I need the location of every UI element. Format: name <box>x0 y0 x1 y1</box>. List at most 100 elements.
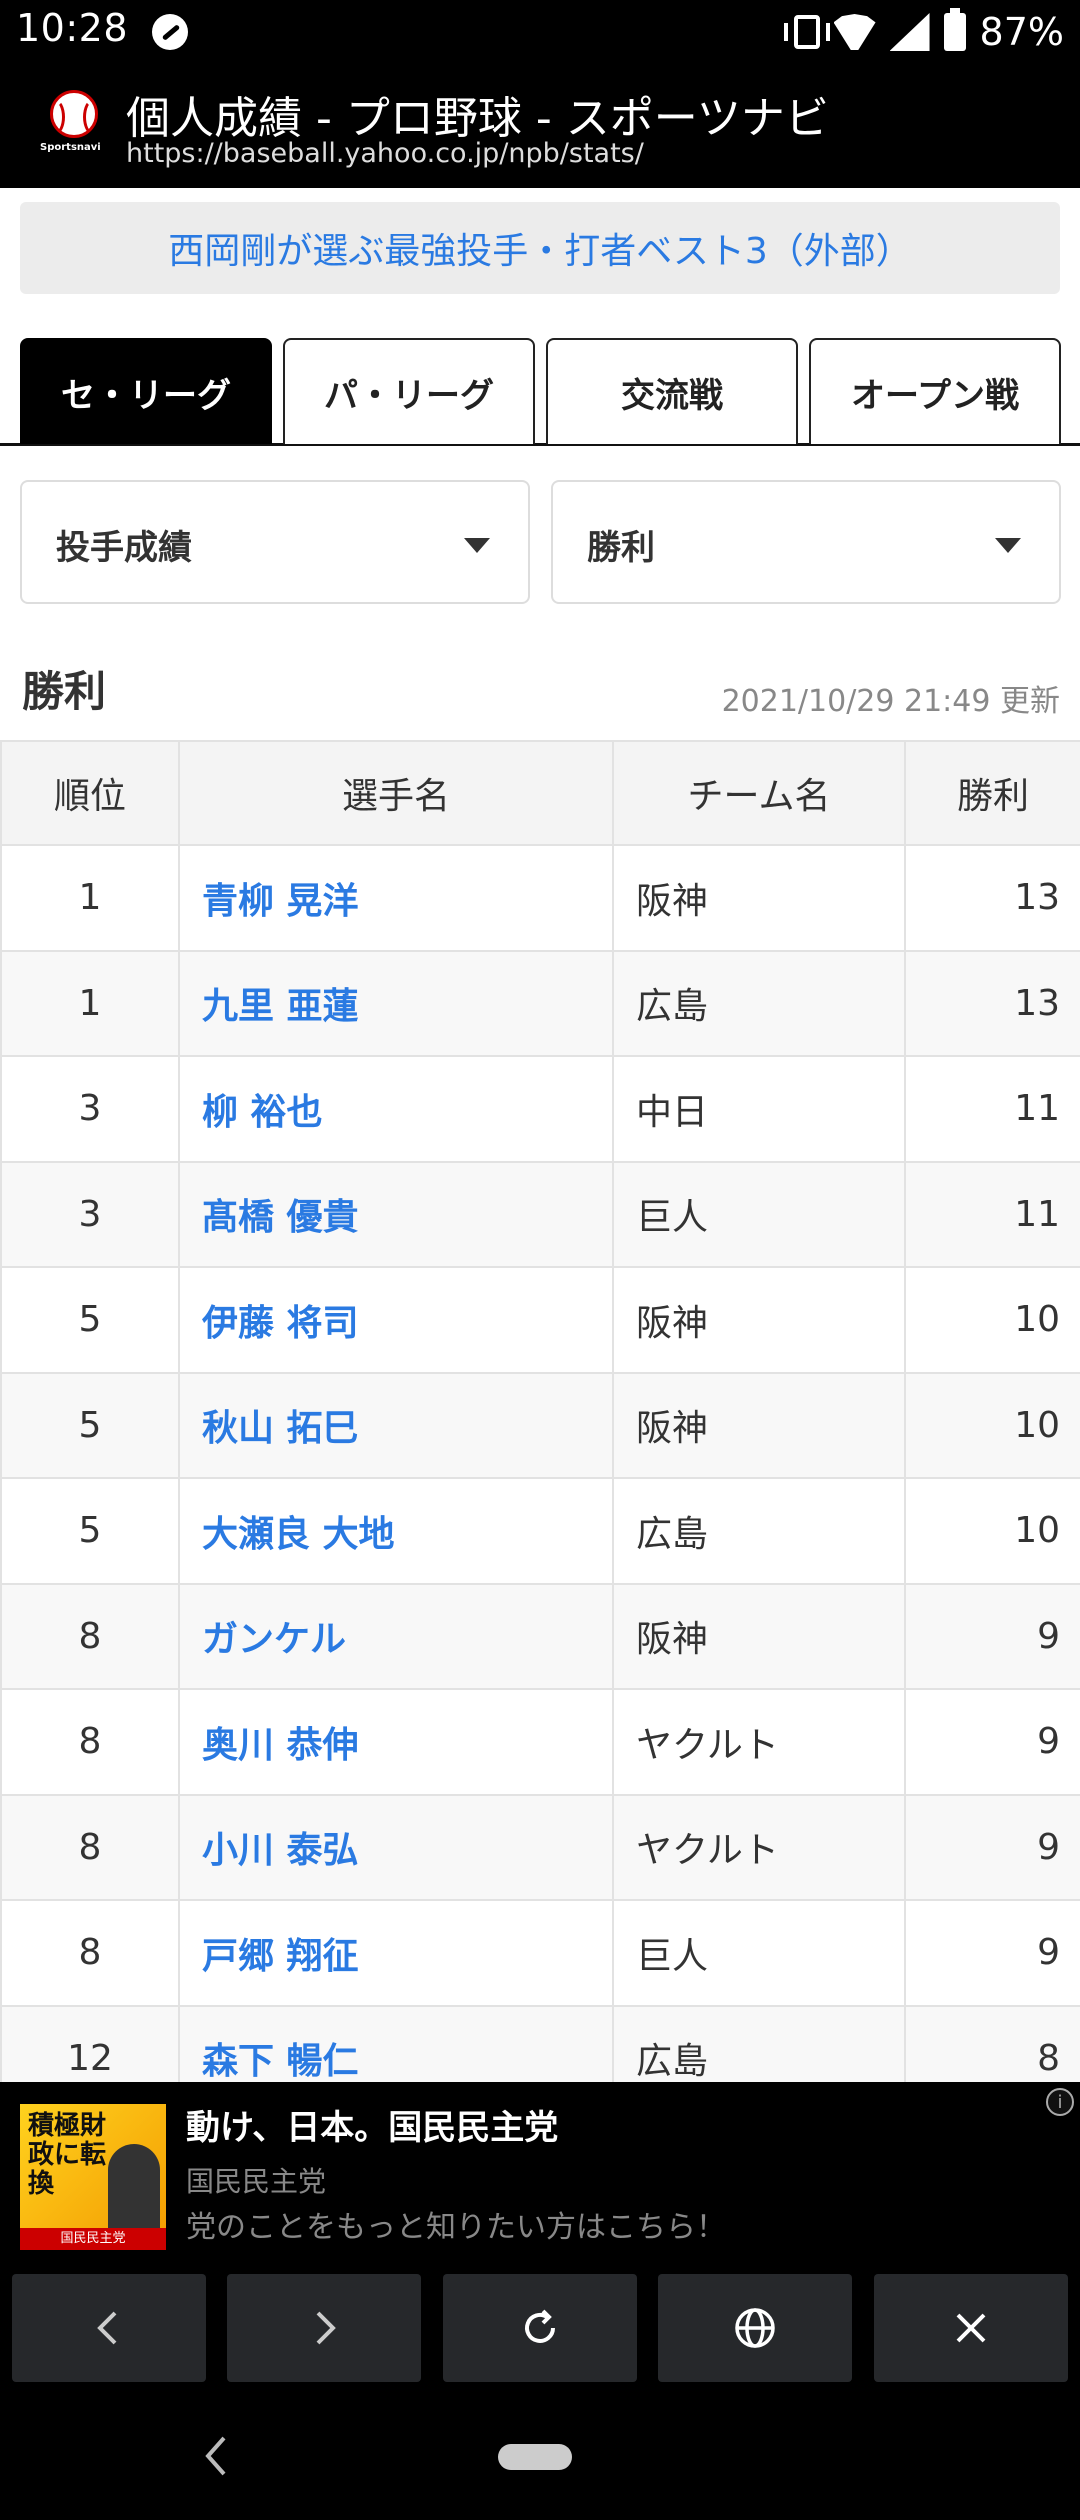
nav-home-pill[interactable] <box>498 2444 572 2470</box>
team-cell: 巨人 <box>612 1160 906 1268</box>
battery-icon <box>943 8 966 51</box>
ad-image-footer: 国民民主党 <box>20 2228 166 2250</box>
header-team: チーム名 <box>612 740 906 846</box>
ad-image-text: 積極財政に転換 <box>28 2111 107 2200</box>
globe-icon <box>735 2308 775 2348</box>
player-name-link[interactable]: ガンケル <box>178 1582 614 1690</box>
wins-cell: 11 <box>904 1160 1080 1268</box>
team-cell: 阪神 <box>612 1582 906 1690</box>
team-cell: ヤクルト <box>612 1793 906 1901</box>
table-row: 8 戸郷 翔征 巨人 9 <box>0 1899 1080 2007</box>
rank-cell: 1 <box>0 949 180 1057</box>
nav-back-icon[interactable] <box>196 2430 236 2482</box>
sportsnavi-logo: Sportsnavi <box>40 90 110 162</box>
rank-cell: 1 <box>0 844 180 952</box>
table-row: 3柳 裕也 中日 11 <box>0 1055 1080 1163</box>
wins-cell: 10 <box>904 1266 1080 1374</box>
page-title: 個人成績 - プロ野球 - スポーツナビ <box>126 93 829 144</box>
player-name-link[interactable]: 森下 暢仁 <box>178 2004 614 2082</box>
header-rank: 順位 <box>0 740 180 846</box>
player-name-link[interactable]: 戸郷 翔征 <box>178 1899 614 2007</box>
globe-button[interactable] <box>658 2274 852 2382</box>
ad-description: 党のことをもっと知りたい方はこちら！ <box>186 2210 726 2245</box>
wins-cell: 9 <box>904 1793 1080 1901</box>
player-name-link[interactable]: 小川 泰弘 <box>178 1793 614 1901</box>
wins-cell: 13 <box>904 949 1080 1057</box>
player-name-link[interactable]: 柳 裕也 <box>178 1055 614 1163</box>
updated-timestamp: 2021/10/29 21:49 更新 <box>721 684 1060 719</box>
ad-sponsor: 国民民主党 <box>186 2165 327 2198</box>
reload-button[interactable] <box>443 2274 637 2382</box>
table-row: 12 森下 暢仁 広島 8 <box>0 2004 1080 2082</box>
player-name-link[interactable]: 青柳 晃洋 <box>178 844 614 952</box>
wins-cell: 10 <box>904 1371 1080 1479</box>
page-url[interactable]: https://baseball.yahoo.co.jp/npb/stats/ <box>126 138 644 169</box>
category-select[interactable]: 投手成績 <box>20 480 530 604</box>
close-button[interactable] <box>874 2274 1068 2382</box>
forward-button[interactable] <box>227 2274 421 2382</box>
stat-select-value: 勝利 <box>587 528 655 568</box>
rank-cell: 8 <box>0 1582 180 1690</box>
wins-cell: 8 <box>904 2004 1080 2082</box>
stats-table: 順位 選手名 チーム名 勝利 1 青柳 晃洋 阪神 13 1 九里 亜蓮 広島 13 3 柳 裕也… <box>0 740 1080 2082</box>
page-content: 西岡剛が選ぶ最強投手・打者ベスト3（外部） セ・リーグ パ・リーグ 交流戦 オー… <box>0 188 1080 2082</box>
rank-cell: 5 <box>0 1266 180 1374</box>
rank-cell: 5 <box>0 1477 180 1585</box>
back-icon <box>97 2311 117 2345</box>
team-cell: ヤクルト <box>612 1688 906 1796</box>
tab-open-games[interactable]: オープン戦 <box>809 338 1061 444</box>
table-row: 5 秋山 拓巳 阪神 10 <box>0 1371 1080 1479</box>
table-row: 8 ガンケル 阪神 9 <box>0 1582 1080 1690</box>
rank-cell: 3 <box>0 1055 180 1163</box>
chevron-down-icon <box>995 538 1021 553</box>
player-name-link[interactable]: 大瀬良 大地 <box>178 1477 614 1585</box>
tab-pacific-league[interactable]: パ・リーグ <box>283 338 535 444</box>
signal-icon <box>890 13 930 51</box>
team-cell: 阪神 <box>612 1266 906 1374</box>
rank-cell: 3 <box>0 1160 180 1268</box>
ad-person-figure <box>108 2144 160 2240</box>
wins-cell: 10 <box>904 1477 1080 1585</box>
rank-cell: 5 <box>0 1371 180 1479</box>
system-nav-bar <box>0 2392 1080 2520</box>
forward-icon <box>316 2311 336 2345</box>
category-select-value: 投手成績 <box>56 528 192 568</box>
status-icons: 87% <box>783 6 1064 58</box>
wins-cell: 9 <box>904 1582 1080 1690</box>
player-name-link[interactable]: 髙橋 優貴 <box>178 1160 614 1268</box>
team-cell: 広島 <box>612 1477 906 1585</box>
rank-cell: 8 <box>0 1899 180 2007</box>
table-row: 3 髙橋 優貴 巨人 11 <box>0 1160 1080 1268</box>
table-row: 8 奥川 恭伸 ヤクルト 9 <box>0 1688 1080 1796</box>
ad-image[interactable]: 積極財政に転換 国民民主党 <box>20 2104 166 2250</box>
stat-select[interactable]: 勝利 <box>551 480 1061 604</box>
team-cell: 中日 <box>612 1055 906 1163</box>
battery-percent: 87% <box>979 10 1064 54</box>
status-time: 10:28 <box>16 6 129 50</box>
rank-cell: 8 <box>0 1793 180 1901</box>
wifi-icon <box>834 14 876 50</box>
browser-toolbar <box>0 2272 1080 2392</box>
tab-interleague[interactable]: 交流戦 <box>546 338 798 444</box>
player-name-link[interactable]: 九里 亜蓮 <box>178 949 614 1057</box>
browser-title-bar[interactable]: Sportsnavi 個人成績 - プロ野球 - スポーツナビ https://… <box>0 64 1080 188</box>
tab-central-league[interactable]: セ・リーグ <box>20 338 272 444</box>
player-name-link[interactable]: 伊藤 将司 <box>178 1266 614 1374</box>
close-icon <box>956 2313 986 2343</box>
section-title: 勝利 <box>22 667 107 716</box>
promo-link[interactable]: 西岡剛が選ぶ最強投手・打者ベスト3（外部） <box>20 202 1060 294</box>
wins-cell: 13 <box>904 844 1080 952</box>
team-cell: 阪神 <box>612 1371 906 1479</box>
reload-icon <box>525 2309 555 2343</box>
ad-banner[interactable]: 積極財政に転換 国民民主党 動け、日本。国民民主党 国民民主党 党のことをもっと… <box>0 2082 1080 2272</box>
table-row: 8 小川 泰弘 ヤクルト 9 <box>0 1793 1080 1901</box>
table-row: 1 青柳 晃洋 阪神 13 <box>0 844 1080 952</box>
team-cell: 広島 <box>612 2004 906 2082</box>
wins-cell: 9 <box>904 1688 1080 1796</box>
header-wins: 勝利 <box>904 740 1080 846</box>
ad-info-icon[interactable]: i <box>1046 2088 1074 2116</box>
player-name-link[interactable]: 奥川 恭伸 <box>178 1688 614 1796</box>
player-name-link[interactable]: 秋山 拓巳 <box>178 1371 614 1479</box>
ad-title[interactable]: 動け、日本。国民民主党 <box>186 2100 558 2149</box>
back-button[interactable] <box>12 2274 206 2382</box>
